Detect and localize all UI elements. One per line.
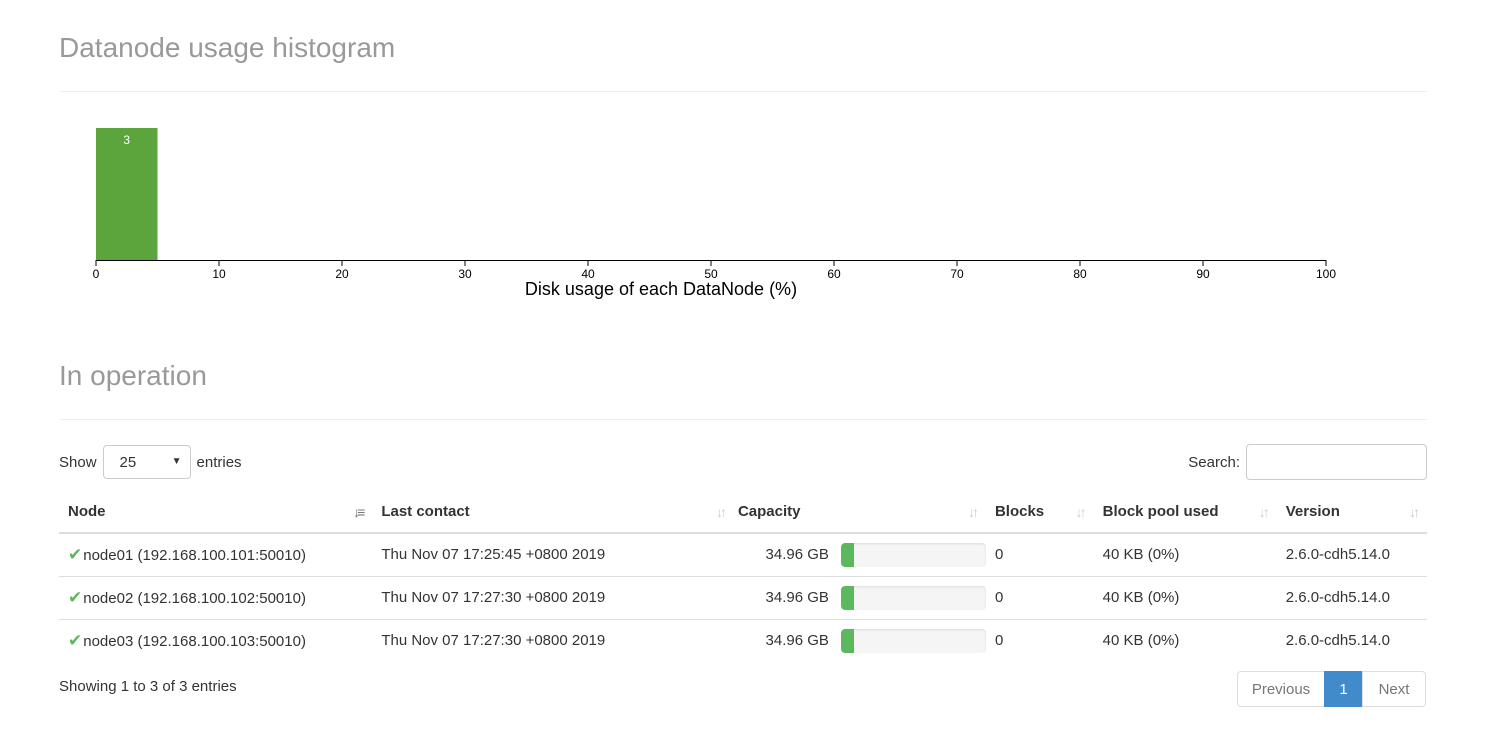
bar-data-label: 3 <box>123 133 130 147</box>
column-label: Block pool used <box>1102 503 1219 520</box>
x-tick-label: 70 <box>950 267 964 281</box>
caret-down-icon: ▼ <box>171 456 182 467</box>
blocks-cell: 0 <box>985 576 1094 620</box>
column-header-block-pool-used[interactable]: Block pool used ↓↑ <box>1093 491 1277 534</box>
histogram-title: Datanode usage histogram <box>59 32 396 63</box>
capacity-progress-fill <box>840 585 854 610</box>
blocks-cell: 0 <box>994 632 1004 650</box>
entries-label: entries <box>196 453 242 471</box>
version-cell: 2.6.0-cdh5.14.0 <box>1285 632 1390 650</box>
node-cell: ✔node01 (192.168.100.101:50010) <box>59 533 373 577</box>
version-cell: 2.6.0-cdh5.14.0 <box>1276 576 1427 620</box>
x-tick-label: 100 <box>1316 267 1336 281</box>
x-tick-label: 20 <box>335 267 349 281</box>
column-label: Last contact <box>381 503 470 520</box>
x-tick-label: 60 <box>827 267 841 281</box>
block-pool-used-cell: 40 KB (0%) <box>1093 576 1277 620</box>
column-label: Node <box>68 503 106 520</box>
datanode-table: Node ↓≡ Last contact ↓↑ Capacity ↓↑ Blocks ↓… <box>59 491 1427 662</box>
check-icon: ✔ <box>68 630 83 650</box>
entries-select-value: 25 <box>119 453 137 471</box>
capacity-cell: 34.96 GB <box>734 619 986 662</box>
node-cell: ✔node03 (192.168.100.103:50010) <box>59 619 372 662</box>
table-info: Showing 1 to 3 of 3 entries <box>59 678 237 695</box>
usage-histogram: 30 10 20 30 40 50 60 70 80 90 100Disk usage of eac… <box>93 128 1336 299</box>
capacity-progress <box>840 585 986 610</box>
previous-page-button[interactable]: Previous <box>1237 671 1325 707</box>
node-cell: ✔node02 (192.168.100.102:50010) <box>59 576 373 620</box>
x-tick-label: 80 <box>1073 267 1087 281</box>
column-label: Capacity <box>737 503 801 520</box>
x-tick-label: 10 <box>212 267 226 281</box>
column-label: Blocks <box>994 503 1045 520</box>
table-row: ✔node01 (192.168.100.101:50010) Thu Nov … <box>59 533 1427 577</box>
column-header-last-contact[interactable]: Last contact ↓↑ <box>372 491 734 534</box>
x-tick-label: 30 <box>458 267 472 281</box>
sort-both-icon: ↓↑ <box>1258 504 1270 520</box>
capacity-cell: 34.96 GB <box>733 576 986 620</box>
divider <box>59 419 1427 420</box>
sort-asc-icon: ↓≡ <box>353 504 365 520</box>
x-tick-label: 90 <box>1196 267 1210 281</box>
capacity-text: 34.96 GB <box>765 632 829 650</box>
pagination: Previous 1 Next <box>1237 671 1426 707</box>
capacity-text: 34.96 GB <box>765 546 829 564</box>
page-1-button[interactable]: 1 <box>1324 671 1363 707</box>
in-operation-title: In operation <box>59 360 207 391</box>
column-label: Version <box>1285 503 1340 520</box>
blocks-cell: 0 <box>985 533 1094 577</box>
column-header-version[interactable]: Version ↓↑ <box>1276 491 1427 534</box>
search-label: Search: <box>1188 453 1240 471</box>
x-axis-label: Disk usage of each DataNode (%) <box>525 279 797 299</box>
capacity-cell: 34.96 GB <box>733 533 986 577</box>
entries-length-control: Show 25 ▼ entries <box>59 444 242 480</box>
capacity-text: 34.96 GB <box>765 589 829 606</box>
table-row: ✔node02 (192.168.100.102:50010) Thu Nov … <box>59 576 1427 620</box>
divider <box>59 91 1427 92</box>
block-pool-used-cell: 40 KB (0%) <box>1102 632 1180 650</box>
capacity-progress <box>840 628 986 653</box>
sort-both-icon: ↓↑ <box>715 504 727 520</box>
column-header-blocks[interactable]: Blocks ↓↑ <box>985 491 1094 534</box>
block-pool-used-cell: 40 KB (0%) <box>1093 533 1277 577</box>
node-name: node03 (192.168.100.103:50010) <box>83 632 306 650</box>
node-name: node02 (192.168.100.102:50010) <box>83 589 306 607</box>
search-control: Search: <box>1188 444 1427 480</box>
version-cell: 2.6.0-cdh5.14.0 <box>1276 533 1427 577</box>
check-icon: ✔ <box>68 544 83 564</box>
capacity-progress <box>840 542 986 567</box>
table-header-row: Node ↓≡ Last contact ↓↑ Capacity ↓↑ Blocks ↓… <box>59 491 1427 534</box>
show-label: Show <box>59 453 97 471</box>
check-icon: ✔ <box>68 587 83 607</box>
sort-both-icon: ↓↑ <box>1409 504 1420 520</box>
column-header-capacity[interactable]: Capacity ↓↑ <box>733 491 986 534</box>
histogram-bar <box>96 128 158 260</box>
search-input[interactable] <box>1246 444 1427 480</box>
node-name: node01 (192.168.100.101:50010) <box>83 546 306 564</box>
next-page-button[interactable]: Next <box>1362 671 1426 707</box>
table-row: ✔node03 (192.168.100.103:50010) Thu Nov … <box>59 619 1427 662</box>
capacity-progress-fill <box>840 628 854 653</box>
entries-select[interactable]: 25 ▼ <box>102 445 191 479</box>
sort-both-icon: ↓↑ <box>1075 504 1087 520</box>
capacity-progress-fill <box>840 542 854 567</box>
sort-both-icon: ↓↑ <box>967 504 979 520</box>
x-tick-label: 0 <box>93 267 100 281</box>
column-header-node[interactable]: Node ↓≡ <box>59 491 373 534</box>
